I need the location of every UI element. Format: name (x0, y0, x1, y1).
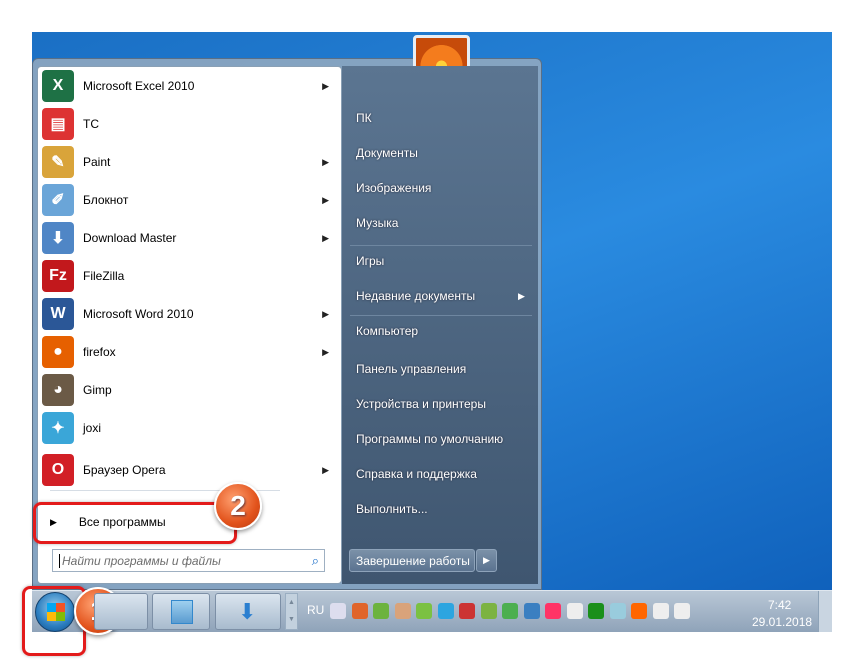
total-commander-icon: ▤ (42, 108, 74, 140)
taskbar-app-download-master[interactable]: ⬇ (215, 593, 281, 630)
language-indicator[interactable]: RU (307, 603, 324, 617)
program-item[interactable]: W Microsoft Word 2010 ▶ (42, 296, 337, 332)
shutdown-button[interactable]: Завершение работы (349, 549, 475, 572)
search-icon[interactable]: ⌕ (312, 553, 319, 569)
program-label: joxi (83, 421, 101, 435)
places-item[interactable]: Музыка (356, 216, 398, 230)
submenu-arrow-icon[interactable]: ▶ (322, 347, 329, 358)
firefox-icon: ● (42, 336, 74, 368)
download-master-icon: ⬇ (238, 599, 256, 625)
utorrent-icon[interactable] (373, 603, 389, 619)
program-label: Paint (83, 155, 110, 169)
clock-date[interactable]: 29.01.2018 (752, 615, 812, 629)
word-icon: W (42, 298, 74, 330)
program-label: TC (83, 117, 99, 131)
winamp-icon[interactable] (459, 603, 475, 619)
app-icon[interactable] (610, 603, 626, 619)
notepad-icon (171, 600, 193, 624)
program-item[interactable]: ▤ TC (42, 106, 337, 142)
filezilla-icon: Fz (42, 260, 74, 292)
volume-icon[interactable] (674, 603, 690, 619)
program-label: Microsoft Excel 2010 (83, 79, 194, 93)
submenu-arrow-icon[interactable]: ▶ (518, 291, 525, 302)
places-item[interactable]: Панель управления (356, 362, 466, 376)
places-item[interactable]: Недавние документы (356, 289, 475, 303)
program-item[interactable]: O Браузер Opera ▶ (42, 452, 337, 488)
signal-icon[interactable] (502, 603, 518, 619)
step-badge-2: 2 (214, 482, 262, 530)
taskbar-app-notepad[interactable] (152, 593, 210, 630)
places-item[interactable]: Справка и поддержка (356, 467, 477, 481)
program-label: Браузер Opera (83, 463, 166, 477)
shutdown-label: Завершение работы (356, 554, 470, 568)
places-item[interactable]: Компьютер (356, 324, 418, 338)
highlight-box (33, 502, 237, 544)
gimp-icon: ◕ (42, 374, 74, 406)
places-item[interactable]: ПК (356, 111, 372, 125)
places-item[interactable]: Выполнить... (356, 502, 428, 516)
submenu-arrow-icon[interactable]: ▶ (322, 309, 329, 320)
divider (350, 315, 532, 316)
program-label: Download Master (83, 231, 176, 245)
sync-icon[interactable] (524, 603, 540, 619)
submenu-arrow-icon[interactable]: ▶ (322, 157, 329, 168)
places-item[interactable]: Изображения (356, 181, 431, 195)
clock-time[interactable]: 7:42 (768, 598, 791, 612)
submenu-arrow-icon[interactable]: ▶ (322, 195, 329, 206)
keyboard-icon[interactable] (330, 603, 346, 619)
program-label: Блокнот (83, 193, 128, 207)
program-item[interactable]: ✦ joxi (42, 410, 337, 446)
search-input[interactable]: Найти программы и файлы ⌕ (52, 549, 325, 572)
wifi-icon[interactable] (653, 603, 669, 619)
places-item[interactable]: Игры (356, 254, 384, 268)
submenu-arrow-icon[interactable]: ▶ (322, 465, 329, 476)
flag-icon[interactable] (567, 603, 583, 619)
places-item[interactable]: Документы (356, 146, 418, 160)
search-placeholder: Найти программы и файлы (59, 554, 221, 568)
show-desktop-button[interactable] (818, 591, 832, 632)
evernote-icon[interactable] (416, 603, 432, 619)
program-item[interactable]: Fz FileZilla (42, 258, 337, 294)
places-item[interactable]: Устройства и принтеры (356, 397, 486, 411)
submenu-arrow-icon[interactable]: ▶ (322, 81, 329, 92)
program-label: FileZilla (83, 269, 124, 283)
divider (350, 245, 532, 246)
program-label: firefox (83, 345, 116, 359)
paint-icon: ✎ (42, 146, 74, 178)
program-label: Gimp (83, 383, 112, 397)
program-item[interactable]: ◕ Gimp (42, 372, 337, 408)
taskbar-app-tc[interactable] (94, 593, 148, 630)
program-item[interactable]: ✐ Блокнот ▶ (42, 182, 337, 218)
monitor-icon[interactable] (588, 603, 604, 619)
avast-icon[interactable] (631, 603, 647, 619)
places-item[interactable]: Программы по умолчанию (356, 432, 503, 446)
telegram-icon[interactable] (438, 603, 454, 619)
taskbar-scroll[interactable]: ▲▼ (285, 593, 298, 630)
program-label: Microsoft Word 2010 (83, 307, 194, 321)
record-icon[interactable] (545, 603, 561, 619)
excel-icon: X (42, 70, 74, 102)
shutdown-options-button[interactable]: ▶ (476, 549, 497, 572)
network-share-icon[interactable] (395, 603, 411, 619)
download-master-icon: ⬇ (42, 222, 74, 254)
joxi-icon: ✦ (42, 412, 74, 444)
program-item[interactable]: X Microsoft Excel 2010 ▶ (42, 68, 337, 104)
opera-icon: O (42, 454, 74, 486)
nvidia-icon[interactable] (481, 603, 497, 619)
notepad-icon: ✐ (42, 184, 74, 216)
submenu-arrow-icon[interactable]: ▶ (322, 233, 329, 244)
java-icon[interactable] (352, 603, 368, 619)
program-item[interactable]: ✎ Paint ▶ (42, 144, 337, 180)
program-item[interactable]: ⬇ Download Master ▶ (42, 220, 337, 256)
program-item[interactable]: ● firefox ▶ (42, 334, 337, 370)
